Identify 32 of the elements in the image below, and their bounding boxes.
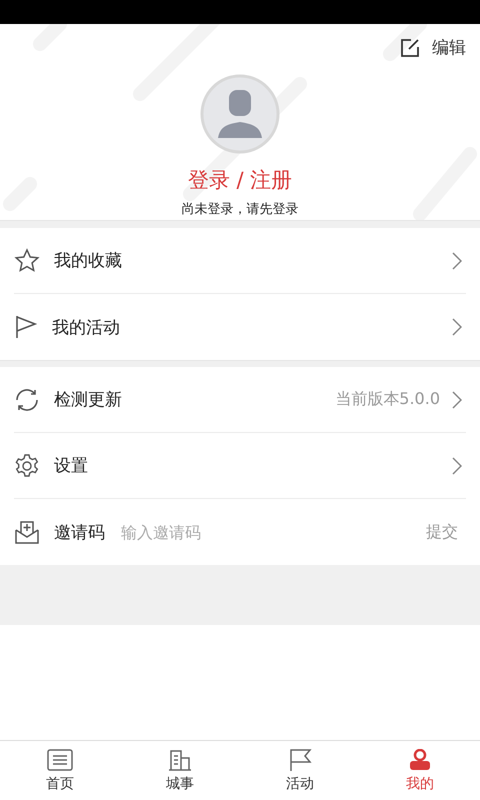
- edit-button[interactable]: 编辑: [400, 36, 466, 59]
- menu-label: 我的收藏: [54, 250, 122, 272]
- edit-icon: [400, 38, 420, 58]
- tab-item[interactable]: 城事: [120, 741, 240, 800]
- avatar[interactable]: [200, 74, 280, 154]
- menu-item[interactable]: 我的收藏: [14, 228, 466, 294]
- chevron-right-icon: [452, 318, 462, 336]
- chevron-right-icon: [452, 456, 462, 474]
- menu-item[interactable]: 设置: [14, 433, 466, 499]
- flag-icon: [14, 314, 38, 340]
- login-hint: 尚未登录，请先登录: [182, 201, 298, 218]
- chevron-right-icon: [452, 252, 462, 270]
- refresh-icon: [14, 386, 40, 412]
- settings-icon: [14, 452, 40, 478]
- news-icon: [47, 749, 73, 771]
- menu-label: 设置: [54, 455, 88, 477]
- menu-item[interactable]: 检测更新 当前版本5.0.0: [14, 367, 466, 433]
- invite-label: 邀请码: [54, 522, 105, 544]
- inbox-plus-icon: [14, 519, 40, 545]
- tab-item[interactable]: 首页: [0, 741, 120, 800]
- tab-item[interactable]: 我的: [360, 741, 480, 800]
- menu-label: 我的活动: [52, 316, 120, 338]
- version-text: 当前版本5.0.0: [335, 389, 440, 410]
- star-icon: [14, 248, 40, 274]
- menu-item[interactable]: 我的活动: [14, 294, 466, 360]
- building-icon: [167, 749, 193, 771]
- tab-item[interactable]: 活动: [240, 741, 360, 800]
- menu-label: 检测更新: [54, 389, 122, 411]
- chevron-right-icon: [452, 390, 462, 408]
- login-link[interactable]: 登录 / 注册: [188, 166, 292, 194]
- person-icon: [408, 749, 432, 771]
- flag-icon: [288, 749, 312, 771]
